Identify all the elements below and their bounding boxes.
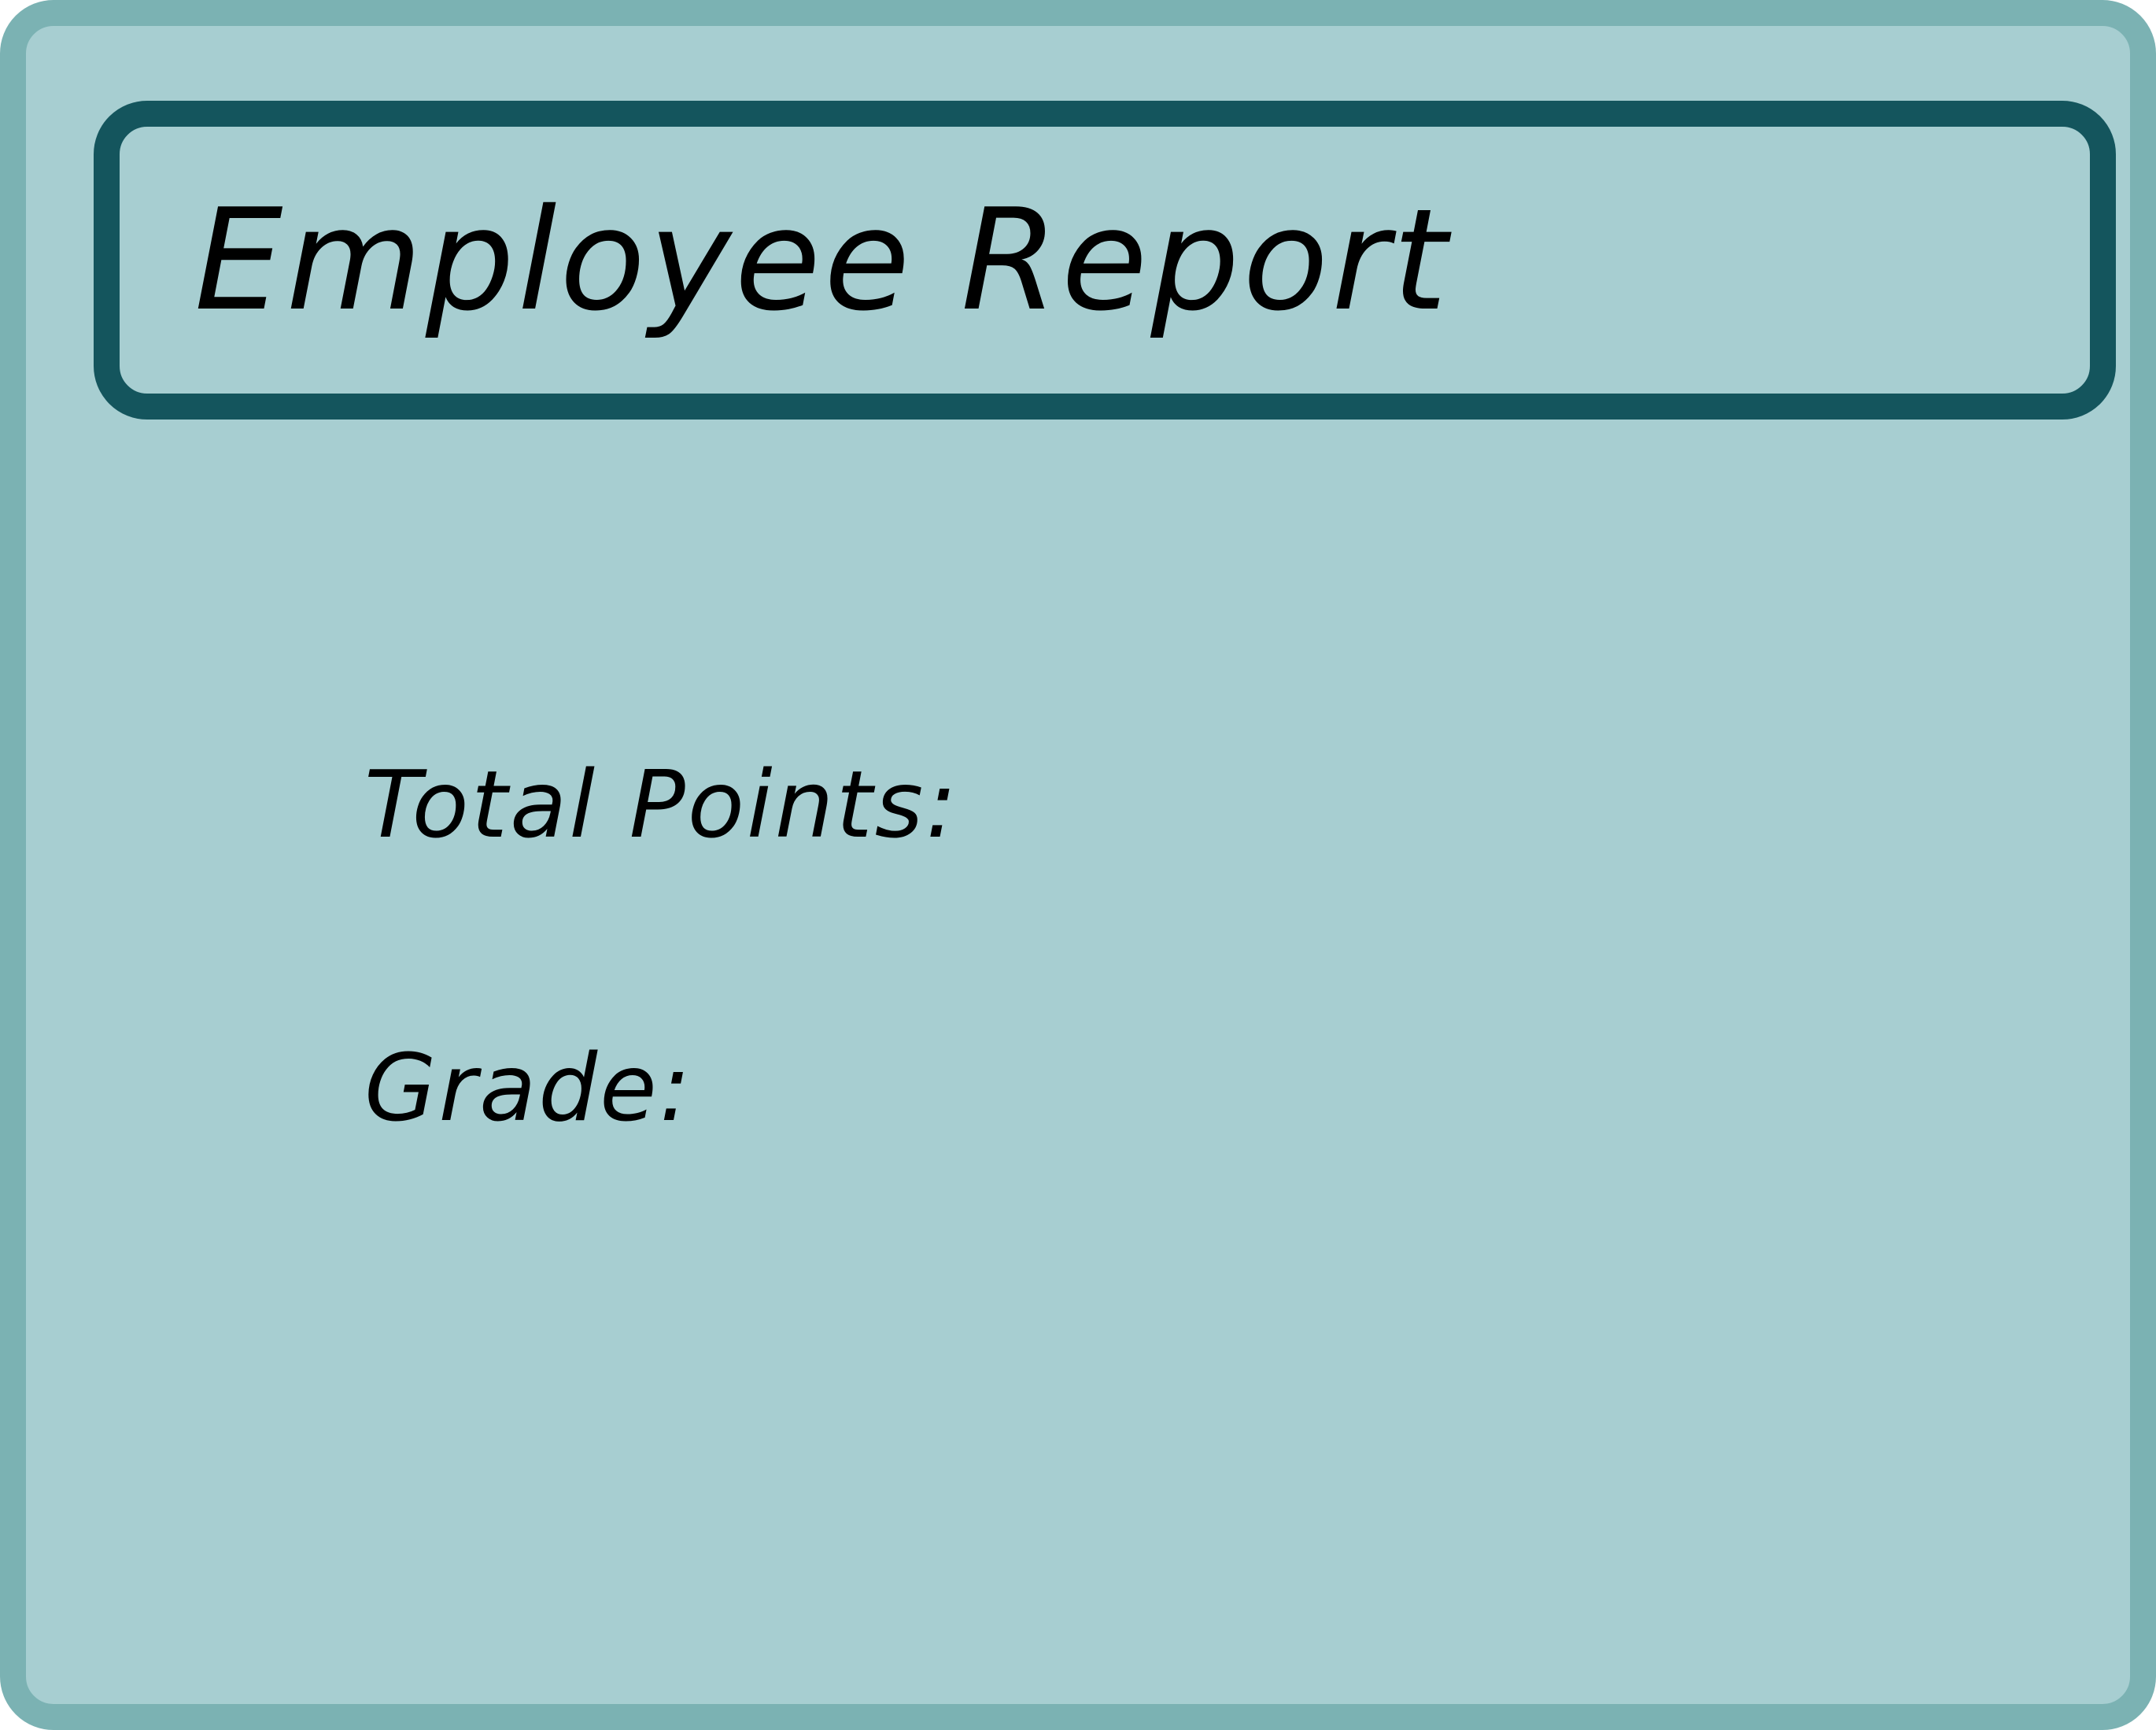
report-title: Employee Report <box>194 179 1451 342</box>
total-points-label: Total Points: <box>364 750 959 859</box>
report-window: Employee Report Total Points: Grade: <box>0 0 2156 1730</box>
title-panel: Employee Report <box>94 101 2116 420</box>
grade-label: Grade: <box>364 1033 693 1142</box>
